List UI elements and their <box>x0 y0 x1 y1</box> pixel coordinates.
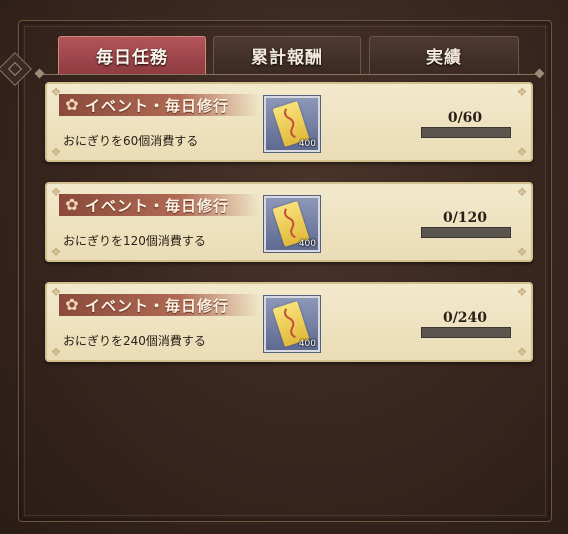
mission-title: イベント・毎日修行 <box>85 296 230 315</box>
mission-description: おにぎりを240個消費する <box>63 334 206 348</box>
mission-title-band: ✿ イベント・毎日修行 <box>59 94 259 116</box>
progress-bar <box>421 327 511 338</box>
mission-title-band: ✿ イベント・毎日修行 <box>59 194 259 216</box>
mission-title: イベント・毎日修行 <box>85 96 230 115</box>
tab-achievements[interactable]: 実績 <box>369 36 519 74</box>
progress-text: 0/120 <box>442 210 488 226</box>
flower-icon: ✿ <box>65 195 79 214</box>
tab-daily-missions[interactable]: 毎日任務 <box>58 36 206 74</box>
reward-quantity: 400 <box>298 139 316 149</box>
mission-title-band: ✿ イベント・毎日修行 <box>59 294 259 316</box>
corner-ornament-icon: ❖ <box>516 285 528 299</box>
progress-text: 0/240 <box>442 310 488 326</box>
corner-ornament-icon: ❖ <box>516 345 528 359</box>
corner-ornament-icon: ❖ <box>516 145 528 159</box>
mission-description: おにぎりを60個消費する <box>63 134 199 148</box>
corner-ornament-icon: ❖ <box>516 85 528 99</box>
reward-item[interactable]: 400 <box>264 96 320 152</box>
progress-bar <box>421 127 511 138</box>
mission-description: おにぎりを120個消費する <box>63 234 206 248</box>
reward-quantity: 400 <box>298 239 316 249</box>
flower-icon: ✿ <box>65 295 79 314</box>
mission-card: ❖ ❖ ❖ ❖ ✿ イベント・毎日修行 おにぎりを120個消費する 400 0/… <box>45 182 533 262</box>
mission-card: ❖ ❖ ❖ ❖ ✿ イベント・毎日修行 おにぎりを240個消費する 400 0/… <box>45 282 533 362</box>
mission-card: ❖ ❖ ❖ ❖ ✿ イベント・毎日修行 おにぎりを60個消費する 400 0/6… <box>45 82 533 162</box>
flower-icon: ✿ <box>65 95 79 114</box>
reward-item[interactable]: 400 <box>264 196 320 252</box>
corner-ornament-icon: ❖ <box>516 185 528 199</box>
progress-bar <box>421 227 511 238</box>
corner-ornament-icon: ❖ <box>516 245 528 259</box>
reward-item[interactable]: 400 <box>264 296 320 352</box>
reward-quantity: 400 <box>298 339 316 349</box>
corner-ornament-icon: ❖ <box>50 345 62 359</box>
corner-ornament-icon: ❖ <box>50 145 62 159</box>
mission-title: イベント・毎日修行 <box>85 196 230 215</box>
tab-cumulative-rewards[interactable]: 累計報酬 <box>213 36 361 74</box>
corner-ornament-icon: ❖ <box>50 245 62 259</box>
tab-divider <box>36 74 538 75</box>
progress-text: 0/60 <box>447 110 483 126</box>
